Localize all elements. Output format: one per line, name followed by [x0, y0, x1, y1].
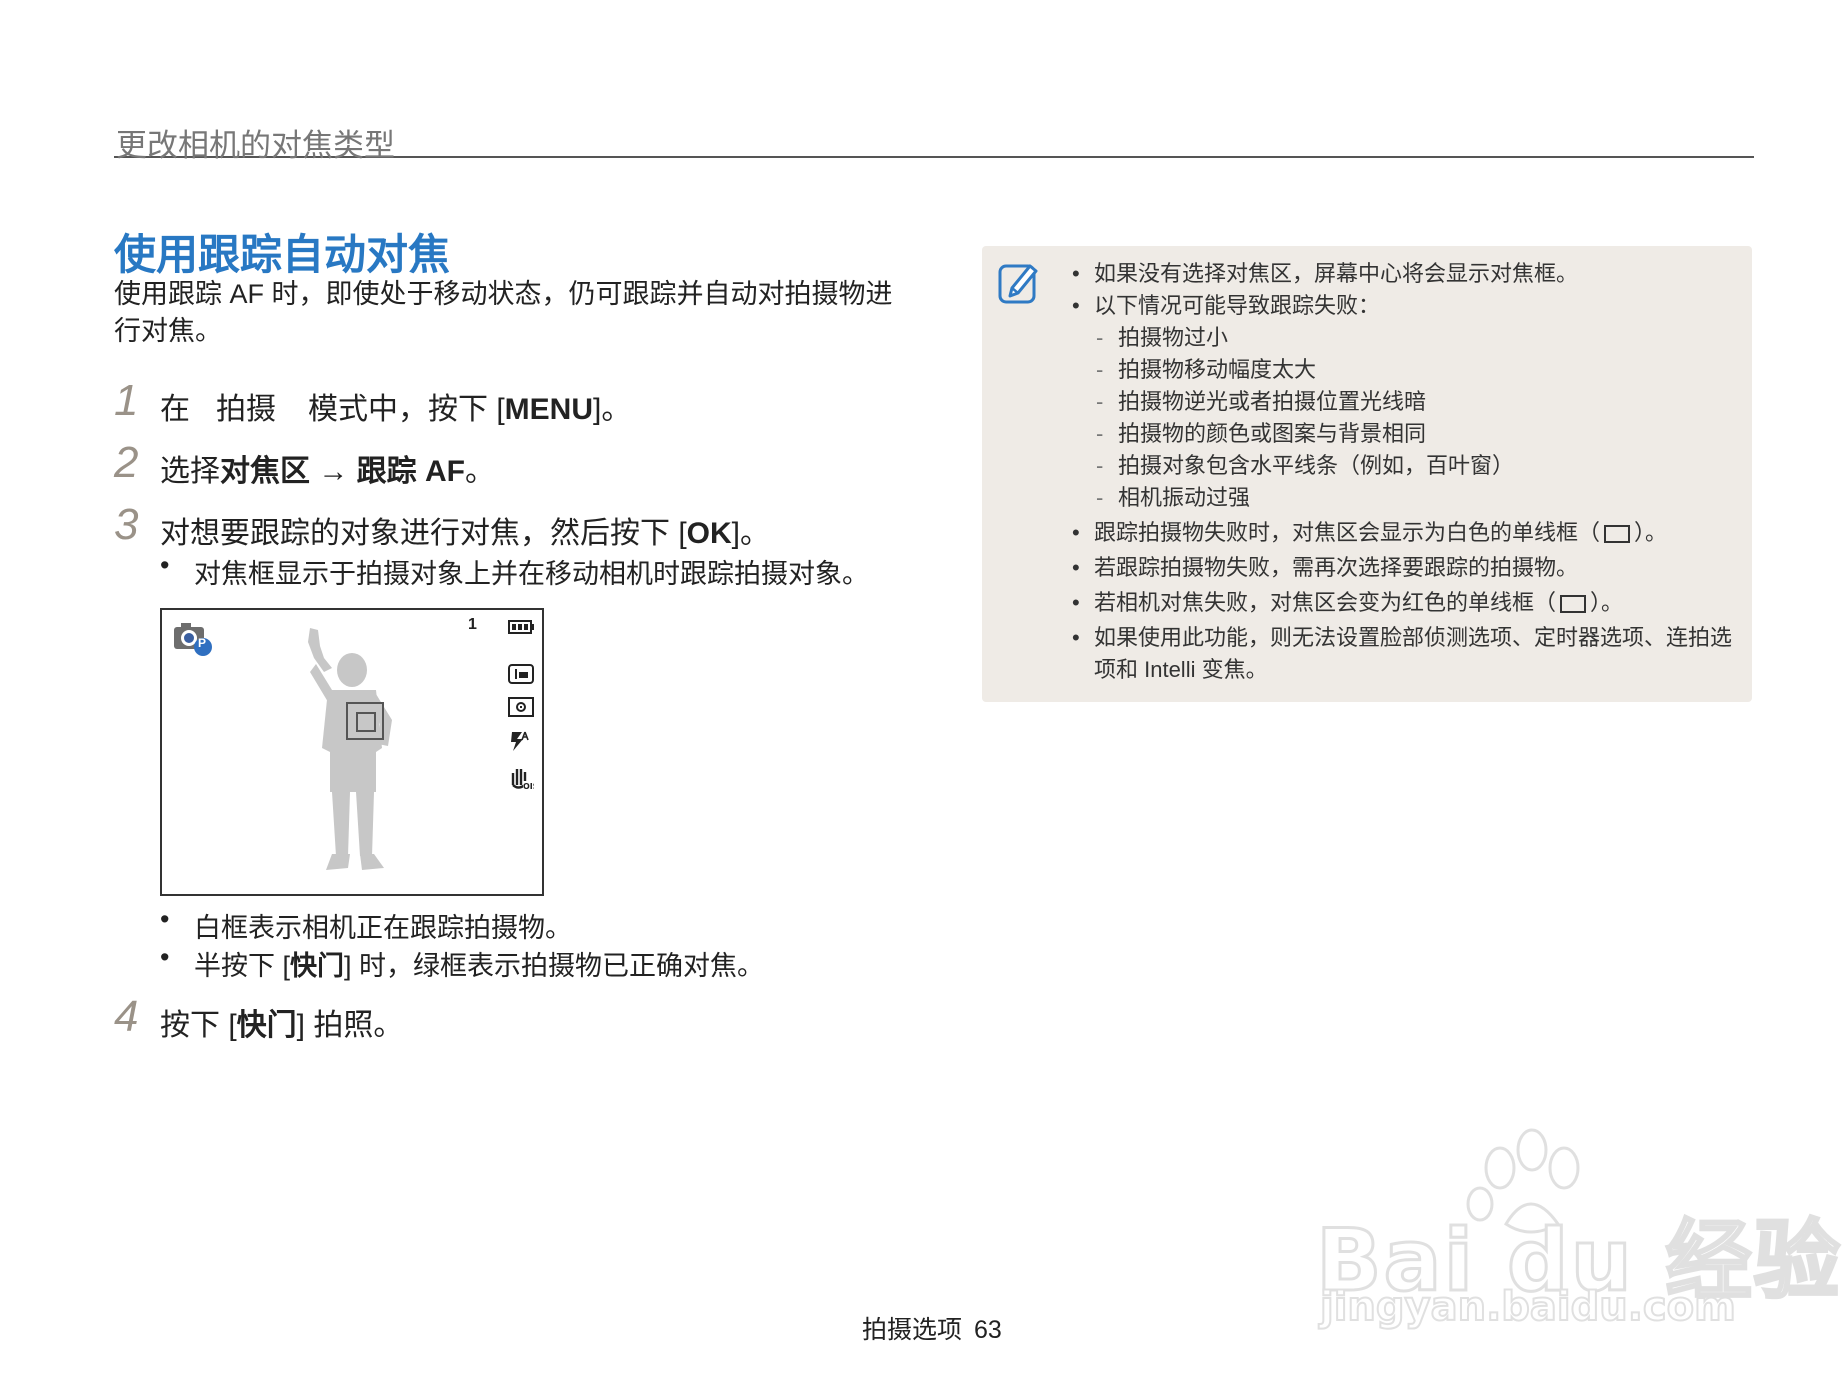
- step-text-part: 拍摄: [216, 393, 276, 426]
- bullet-glyph: •: [160, 942, 170, 972]
- footer-section: 拍摄选项: [862, 1316, 963, 1344]
- bullet-glyph: •: [160, 904, 170, 934]
- bullet-glyph: •: [1072, 555, 1080, 580]
- bullet-text: 白框表示相机正在跟踪拍摄物。: [194, 913, 572, 943]
- note-item: • 跟踪拍摄物失败时，对焦区会显示为白色的单线框（ ）。: [1072, 517, 1732, 549]
- svg-text:OIS: OIS: [523, 782, 534, 791]
- intro-paragraph: 使用跟踪 AF 时，即使处于移动状态，仍可跟踪并自动对拍摄物进行对焦。: [114, 279, 893, 346]
- note-item: • 若相机对焦失败，对焦区会变为红色的单线框（ ）。: [1072, 587, 1732, 619]
- shutter-key-label: 快门: [290, 951, 345, 981]
- note-text: 相机振动过强: [1118, 485, 1251, 510]
- single-frame-icon: [1560, 595, 1587, 614]
- ok-key-label: OK: [686, 517, 732, 550]
- step-text: 按下 [快门] 拍照。: [160, 1000, 403, 1044]
- note-text: ）。: [1634, 520, 1668, 545]
- bullet-text-part: 半按下 [: [194, 951, 291, 981]
- single-frame-icon: [1604, 525, 1631, 544]
- bullet-text-part: ] 时，绿框表示拍摄物已正确对焦。: [344, 951, 765, 981]
- note-text: 如果使用此功能，则无法设置脸部侦测选项、定时器选项、连拍选项和 Intelli …: [1094, 625, 1733, 682]
- step-text-part: 模式中，按下 [: [308, 393, 505, 426]
- battery-icon: [508, 620, 534, 639]
- note-text: 拍摄物移动幅度太大: [1118, 357, 1317, 382]
- camera-mode-icon: [172, 620, 214, 663]
- page-title: 使用跟踪自动对焦: [114, 231, 451, 278]
- note-text: 拍摄物过小: [1118, 325, 1229, 350]
- tracking-focus-frame: [346, 702, 384, 740]
- bullet-glyph: •: [1072, 293, 1080, 318]
- step-number: 1: [114, 376, 139, 425]
- settings-icon-column: OIS: [508, 664, 539, 804]
- arrow-glyph: →: [310, 455, 357, 488]
- note-list: • 如果没有选择对焦区，屏幕中心将会显示对焦框。 • 以下情况可能导致跟踪失败： -…: [1072, 258, 1732, 686]
- watermark-url: jingyan.baidu.com: [1319, 1283, 1737, 1331]
- bullet-text: 半按下 [快门] 时，绿框表示拍摄物已正确对焦。: [194, 944, 764, 983]
- step-number: 3: [114, 500, 139, 549]
- note-sub-item: - 拍摄对象包含水平线条（例如，百叶窗）: [1072, 450, 1732, 482]
- step-text-part: ]。: [731, 517, 771, 550]
- step-text: 选择对焦区 → 跟踪 AF。: [160, 446, 495, 490]
- program-mode-badge: P: [198, 636, 207, 650]
- step-text-part: ]。: [593, 393, 632, 426]
- note-sub-item: - 拍摄物移动幅度太大: [1072, 354, 1732, 386]
- metering-icon: [508, 697, 534, 722]
- note-text: 以下情况可能导致跟踪失败：: [1094, 293, 1381, 318]
- note-pencil-icon: [998, 262, 1040, 311]
- note-text: 拍摄物逆光或者拍摄位置光线暗: [1118, 389, 1427, 414]
- step-text-part: 对想要跟踪的对象进行对焦，然后按下 [: [160, 517, 687, 550]
- note-text: 拍摄物的颜色或图案与背景相同: [1118, 421, 1427, 446]
- note-item: • 若跟踪拍摄物失败，需再次选择要跟踪的拍摄物。: [1072, 552, 1732, 584]
- note-item: • 以下情况可能导致跟踪失败：: [1072, 290, 1732, 322]
- dash-glyph: -: [1096, 325, 1104, 350]
- page-footer: 拍摄选项 63: [862, 1310, 1002, 1346]
- bullet-glyph: •: [1072, 625, 1080, 650]
- note-sub-item: - 拍摄物逆光或者拍摄位置光线暗: [1072, 386, 1732, 418]
- step-number: 2: [114, 438, 139, 487]
- menu-key-label: MENU: [504, 393, 594, 426]
- note-text: 若相机对焦失败，对焦区会变为红色的单线框（: [1094, 590, 1557, 615]
- shutter-key-label: 快门: [236, 1009, 297, 1042]
- bullet-glyph: •: [160, 550, 170, 580]
- note-text: ）。: [1590, 590, 1624, 615]
- bullet-glyph: •: [1072, 261, 1080, 286]
- step-text: 对想要跟踪的对象进行对焦，然后按下 [OK]。: [160, 508, 770, 552]
- dash-glyph: -: [1096, 389, 1104, 414]
- step-number: 4: [114, 992, 139, 1041]
- note-box: • 如果没有选择对焦区，屏幕中心将会显示对焦框。 • 以下情况可能导致跟踪失败： -…: [982, 246, 1752, 702]
- note-sub-item: - 相机振动过强: [1072, 482, 1732, 514]
- step-text-part: 在: [160, 393, 190, 426]
- note-item: • 如果使用此功能，则无法设置脸部侦测选项、定时器选项、连拍选项和 Intelli…: [1072, 622, 1732, 686]
- step-text-part: 。: [465, 455, 495, 488]
- flash-auto-icon: [508, 730, 534, 757]
- dash-glyph: -: [1096, 357, 1104, 382]
- step-text: 在拍摄 模式中，按下 [MENU]。: [160, 384, 631, 428]
- note-sub-item: - 拍摄物的颜色或图案与背景相同: [1072, 418, 1732, 450]
- stabilizer-ois-icon: OIS: [508, 765, 539, 796]
- bullet-text: 对焦框显示于拍摄对象上并在移动相机时跟踪拍摄对象。: [194, 559, 869, 589]
- note-text: 跟踪拍摄物失败时，对焦区会显示为白色的单线框（: [1094, 520, 1601, 545]
- dash-glyph: -: [1096, 485, 1104, 510]
- dash-glyph: -: [1096, 453, 1104, 478]
- step-text-part: 按下 [: [160, 1009, 237, 1042]
- camera-screen-illustration: P 1 OIS: [160, 608, 544, 896]
- bullet-glyph: •: [1072, 590, 1080, 615]
- step-text-part: 选择: [160, 455, 220, 488]
- note-text: 若跟踪拍摄物失败，需再次选择要跟踪的拍摄物。: [1094, 555, 1579, 580]
- step-text-part: ] 拍照。: [296, 1009, 404, 1042]
- note-text: 如果没有选择对焦区，屏幕中心将会显示对焦框。: [1094, 261, 1579, 286]
- tracking-af-label: 跟踪 AF: [356, 455, 465, 488]
- note-item: • 如果没有选择对焦区，屏幕中心将会显示对焦框。: [1072, 258, 1732, 290]
- note-sub-item: - 拍摄物过小: [1072, 322, 1732, 354]
- page-number: 63: [974, 1316, 1002, 1344]
- focus-area-label: 对焦区: [220, 455, 310, 488]
- image-size-icon: [508, 664, 534, 689]
- section-header: 更改相机的对焦类型: [114, 116, 1754, 163]
- dash-glyph: -: [1096, 421, 1104, 446]
- shot-count: 1: [468, 616, 477, 633]
- section-title: 更改相机的对焦类型: [116, 128, 395, 163]
- bullet-glyph: •: [1072, 520, 1080, 545]
- note-text: 拍摄对象包含水平线条（例如，百叶窗）: [1118, 453, 1515, 478]
- subject-silhouette: [302, 628, 412, 878]
